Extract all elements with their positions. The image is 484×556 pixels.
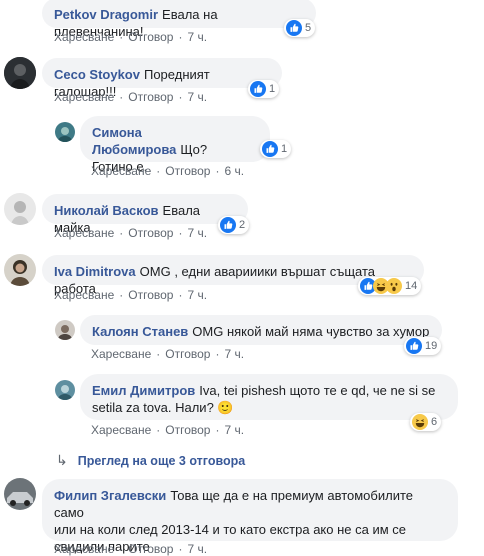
- reaction-count-badge[interactable]: 19: [404, 337, 442, 355]
- comment-time[interactable]: 7 ч.: [224, 423, 244, 437]
- comment-actions: Харесване · Отговор · 7 ч.: [54, 30, 208, 44]
- like-reaction-icon: [220, 217, 236, 233]
- comment-bubble: Petkov Dragomir Евала на плевенчанина!: [42, 0, 316, 39]
- avatar[interactable]: [4, 478, 36, 510]
- comment-time[interactable]: 6 ч.: [224, 164, 244, 178]
- reaction-count: 6: [431, 416, 438, 428]
- comment-bubble: Филип Згалевски Това ще да е на премиум а…: [42, 479, 458, 554]
- view-more-replies-link[interactable]: ↳ Преглед на още 3 отговора: [56, 452, 245, 469]
- view-more-replies-label: Преглед на още 3 отговора: [77, 453, 246, 468]
- like-action[interactable]: Харесване: [54, 288, 114, 302]
- avatar[interactable]: [55, 380, 75, 400]
- reaction-count-badge[interactable]: 2: [218, 216, 250, 234]
- comment-time[interactable]: 7 ч.: [187, 542, 207, 556]
- reply-action[interactable]: Отговор: [128, 90, 173, 104]
- avatar[interactable]: [55, 122, 75, 142]
- comment-author[interactable]: Petkov Dragomir: [54, 7, 158, 22]
- like-action[interactable]: Харесване: [91, 347, 151, 361]
- comment-time[interactable]: 7 ч.: [187, 226, 207, 240]
- reply-action[interactable]: Отговор: [165, 423, 210, 437]
- avatar-image: [4, 193, 36, 225]
- like-action[interactable]: Харесване: [91, 164, 151, 178]
- like-reaction-icon: [286, 20, 302, 36]
- comment-text-line: или на коли след 2013-14 и то като екстр…: [54, 522, 407, 537]
- like-reaction-icon: [250, 81, 266, 97]
- comment-author[interactable]: Емил Димитров: [92, 383, 195, 398]
- comment-time[interactable]: 7 ч.: [224, 347, 244, 361]
- reaction-count-badge[interactable]: 1: [260, 140, 292, 158]
- comment-text: OMG някой май няма чувство за хумор: [192, 324, 430, 339]
- reaction-count-badge[interactable]: 1: [248, 80, 280, 98]
- comment-bubble: Емил Димитров Iva, tei pishesh щото те е …: [80, 374, 458, 420]
- reaction-count: 19: [425, 340, 438, 352]
- comment-author[interactable]: Калоян Станев: [92, 324, 188, 339]
- comment-text-line: setila za tova. Нали? 🙂: [92, 400, 234, 415]
- like-reaction-icon: [406, 338, 422, 354]
- like-action[interactable]: Харесване: [54, 542, 114, 556]
- like-reaction-icon: [262, 141, 278, 157]
- reply-action[interactable]: Отговор: [165, 164, 210, 178]
- reaction-count-badge[interactable]: 5: [284, 19, 316, 37]
- comment-actions: Харесване · Отговор · 7 ч.: [54, 226, 208, 240]
- comment-time[interactable]: 7 ч.: [187, 30, 207, 44]
- comment-actions: Харесване · Отговор · 7 ч.: [54, 90, 208, 104]
- comment-actions: Харесване · Отговор · 7 ч.: [91, 423, 245, 437]
- reaction-count: 5: [305, 22, 312, 34]
- comment-time[interactable]: 7 ч.: [187, 288, 207, 302]
- reply-action[interactable]: Отговор: [128, 226, 173, 240]
- comment-actions: Харесване · Отговор · 7 ч.: [54, 542, 208, 556]
- comment-text: Що?: [180, 142, 208, 157]
- like-action[interactable]: Харесване: [54, 90, 114, 104]
- reply-action[interactable]: Отговор: [128, 30, 173, 44]
- like-action[interactable]: Харесване: [54, 226, 114, 240]
- wow-reaction-icon: [386, 278, 402, 294]
- comment-bubble: Ceco Stoykov Поредният галошар!!!: [42, 58, 282, 99]
- reaction-count-badge[interactable]: 6: [410, 413, 442, 431]
- comment-bubble: Калоян Станев OMG някой май няма чувство …: [80, 315, 442, 345]
- avatar-image: [55, 320, 75, 340]
- avatar-image: [4, 57, 36, 89]
- reply-arrow-icon: ↳: [56, 452, 68, 468]
- comment-author[interactable]: Симона Любомирова: [92, 125, 176, 157]
- comment-author[interactable]: Филип Згалевски: [54, 488, 166, 503]
- comment-actions: Харесване · Отговор · 7 ч.: [91, 347, 245, 361]
- reply-action[interactable]: Отговор: [165, 347, 210, 361]
- reaction-count: 1: [281, 143, 288, 155]
- reaction-count: 1: [269, 83, 276, 95]
- haha-reaction-icon: [412, 414, 428, 430]
- comment-bubble: Николай Васков Евала майка: [42, 194, 248, 235]
- avatar-image: [55, 122, 75, 142]
- comment-actions: Харесване · Отговор · 6 ч.: [91, 164, 245, 178]
- avatar[interactable]: [55, 320, 75, 340]
- comment-author[interactable]: Ceco Stoykov: [54, 67, 140, 82]
- like-action[interactable]: Харесване: [54, 30, 114, 44]
- like-action[interactable]: Харесване: [91, 423, 151, 437]
- reaction-count: 2: [239, 219, 246, 231]
- avatar-image: [4, 254, 36, 286]
- comment-author[interactable]: Николай Васков: [54, 203, 159, 218]
- comment-author[interactable]: Iva Dimitrova: [54, 264, 136, 279]
- comment-bubble: Симона Любомирова Що? Готино е.: [80, 116, 270, 174]
- comment-actions: Харесване · Отговор · 7 ч.: [54, 288, 208, 302]
- comment-text: Iva, tei pishesh щото те е qd, че ne si …: [199, 383, 436, 398]
- reply-action[interactable]: Отговор: [128, 542, 173, 556]
- reaction-count-badge[interactable]: 14: [358, 277, 422, 295]
- reaction-count: 14: [405, 280, 418, 292]
- avatar-image: [4, 478, 36, 510]
- avatar[interactable]: [4, 193, 36, 225]
- avatar-image: [55, 380, 75, 400]
- avatar[interactable]: [4, 57, 36, 89]
- avatar[interactable]: [4, 254, 36, 286]
- reply-action[interactable]: Отговор: [128, 288, 173, 302]
- comment-time[interactable]: 7 ч.: [187, 90, 207, 104]
